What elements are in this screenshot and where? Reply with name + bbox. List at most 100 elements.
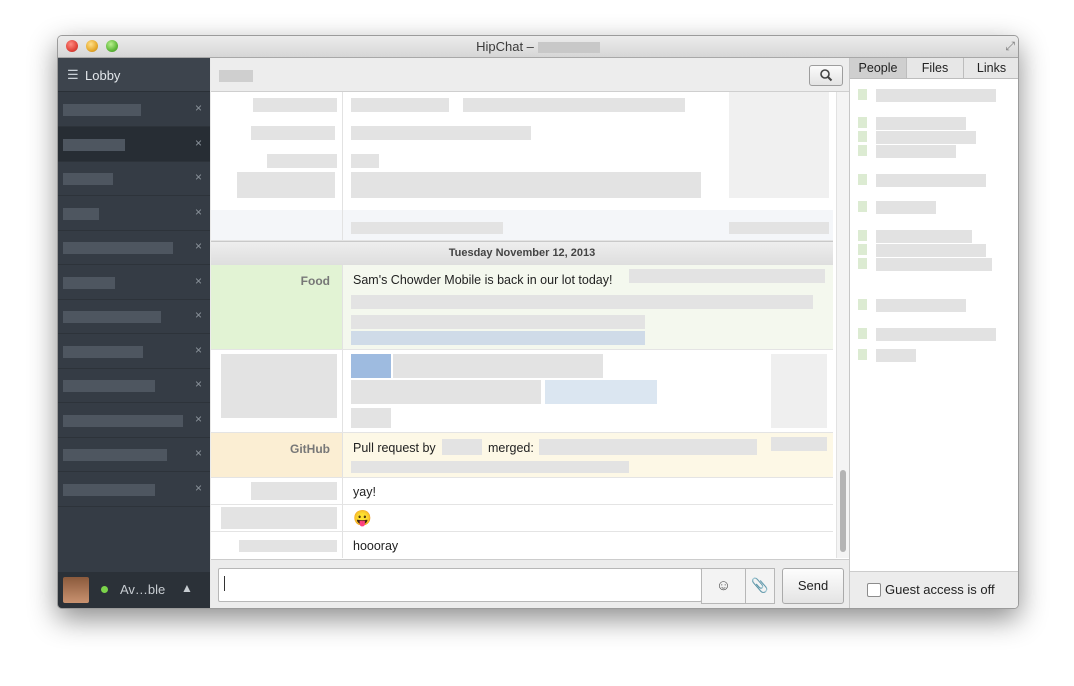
message-row: Food Sam's Chowder Mobile is back in our… — [211, 265, 833, 350]
sidebar-room-item[interactable]: × — [58, 126, 210, 162]
sidebar-room-item[interactable]: × — [58, 230, 210, 265]
close-room-icon[interactable]: × — [195, 412, 202, 426]
close-room-icon[interactable]: × — [195, 446, 202, 460]
message-row — [211, 210, 833, 241]
redacted-content — [351, 154, 379, 168]
close-room-icon[interactable]: × — [195, 308, 202, 322]
redacted-sender — [221, 507, 337, 529]
sidebar-room-item[interactable]: × — [58, 265, 210, 300]
sender-name: Food — [300, 274, 330, 288]
people-list[interactable] — [850, 79, 1018, 559]
emoji-button[interactable]: ☺ — [701, 568, 746, 604]
close-room-icon[interactable]: × — [195, 170, 202, 184]
message-history[interactable]: Tuesday November 12, 2013 Food Sam's Cho… — [211, 92, 849, 558]
fullscreen-icon[interactable]: ⤢ — [1005, 39, 1015, 54]
redacted-room-name — [63, 483, 155, 496]
composer-bar: ☺ 📎 Send — [211, 559, 849, 608]
message-text: hoooray — [353, 539, 399, 553]
presence-indicator — [858, 349, 867, 360]
sidebar-room-item[interactable]: × — [58, 196, 210, 231]
redacted-username — [442, 439, 482, 455]
tab-files[interactable]: Files — [907, 58, 964, 78]
redacted-content — [351, 408, 391, 428]
redacted-sender — [221, 354, 337, 418]
scrollbar-thumb[interactable] — [840, 470, 846, 552]
redacted-content — [237, 172, 335, 198]
search-icon — [820, 69, 833, 82]
close-room-icon[interactable]: × — [195, 101, 202, 115]
guest-access-checkbox[interactable] — [867, 583, 881, 597]
redacted-room-name — [63, 345, 143, 358]
close-room-icon[interactable]: × — [195, 481, 202, 495]
redacted-sender — [251, 482, 337, 500]
message-input[interactable] — [218, 568, 702, 602]
attach-button[interactable]: 📎 — [745, 568, 775, 604]
redacted-person-name[interactable] — [876, 131, 976, 144]
presence-indicator — [858, 145, 867, 156]
status-label[interactable]: Av…ble — [120, 582, 165, 597]
redacted-person-name[interactable] — [876, 201, 936, 214]
search-button[interactable] — [809, 65, 843, 86]
sidebar-room-item[interactable]: × — [58, 437, 210, 472]
close-room-icon[interactable]: × — [195, 205, 202, 219]
lobby-label: Lobby — [85, 68, 121, 83]
redacted-person-name[interactable] — [876, 244, 986, 257]
sidebar-room-item[interactable]: × — [58, 472, 210, 507]
redacted-room-name — [63, 104, 141, 116]
sidebar-room-item[interactable]: × — [58, 92, 210, 127]
message-sender — [211, 478, 343, 504]
presence-indicator — [858, 174, 867, 185]
redacted-person-name[interactable] — [876, 258, 992, 271]
redacted-content — [351, 295, 813, 309]
sidebar-room-item[interactable]: × — [58, 334, 210, 369]
status-indicator — [101, 586, 108, 593]
user-status-bar[interactable]: Av…ble ▲ — [58, 572, 210, 608]
presence-indicator — [858, 89, 867, 100]
redacted-person-name[interactable] — [876, 299, 966, 312]
redacted-person-name[interactable] — [876, 230, 972, 243]
close-room-icon[interactable]: × — [195, 239, 202, 253]
redacted-person-name[interactable] — [876, 349, 916, 362]
close-room-icon[interactable]: × — [195, 274, 202, 288]
presence-indicator — [858, 230, 867, 241]
tab-people[interactable]: People — [850, 58, 907, 78]
lobby-button[interactable]: ☰ Lobby — [58, 58, 210, 92]
chevron-up-icon[interactable]: ▲ — [181, 581, 193, 595]
redacted-content — [771, 437, 827, 451]
emoji-icon: ☺ — [715, 577, 732, 594]
redacted-person-name[interactable] — [876, 174, 986, 187]
close-room-icon[interactable]: × — [195, 136, 202, 150]
redacted-content — [545, 380, 657, 404]
link-preview[interactable] — [351, 331, 645, 345]
redacted-content — [351, 172, 701, 198]
room-sidebar: ☰ Lobby × × × × × × × × × × × × Av…ble ▲ — [58, 58, 210, 608]
sidebar-room-item[interactable]: × — [58, 368, 210, 403]
redacted-room-name — [63, 311, 161, 323]
presence-indicator — [858, 117, 867, 128]
send-button[interactable]: Send — [782, 568, 844, 604]
message-row: yay! — [211, 478, 833, 505]
avatar[interactable] — [63, 577, 89, 603]
redacted-person-name[interactable] — [876, 117, 966, 130]
redacted-content — [629, 269, 825, 283]
message-scrollbar[interactable] — [836, 92, 849, 558]
guest-access-label[interactable]: Guest access is off — [885, 582, 995, 597]
sidebar-room-item[interactable]: × — [58, 299, 210, 334]
tab-links[interactable]: Links — [964, 58, 1018, 78]
close-room-icon[interactable]: × — [195, 377, 202, 391]
redacted-person-name[interactable] — [876, 89, 996, 102]
message-sender — [211, 350, 343, 432]
redacted-sender — [239, 540, 337, 552]
redacted-avatar — [351, 354, 391, 378]
sidebar-room-item[interactable]: × — [58, 161, 210, 196]
redacted-content — [351, 315, 645, 329]
redacted-person-name[interactable] — [876, 328, 996, 341]
redacted-content — [253, 98, 337, 112]
window-title: HipChat – — [58, 39, 1018, 54]
sidebar-room-item[interactable]: × — [58, 403, 210, 438]
close-room-icon[interactable]: × — [195, 343, 202, 357]
roster-panel: People Files Links Guest access is off — [849, 58, 1018, 608]
redacted-content — [351, 461, 629, 473]
redacted-content — [729, 222, 829, 234]
redacted-person-name[interactable] — [876, 145, 956, 158]
